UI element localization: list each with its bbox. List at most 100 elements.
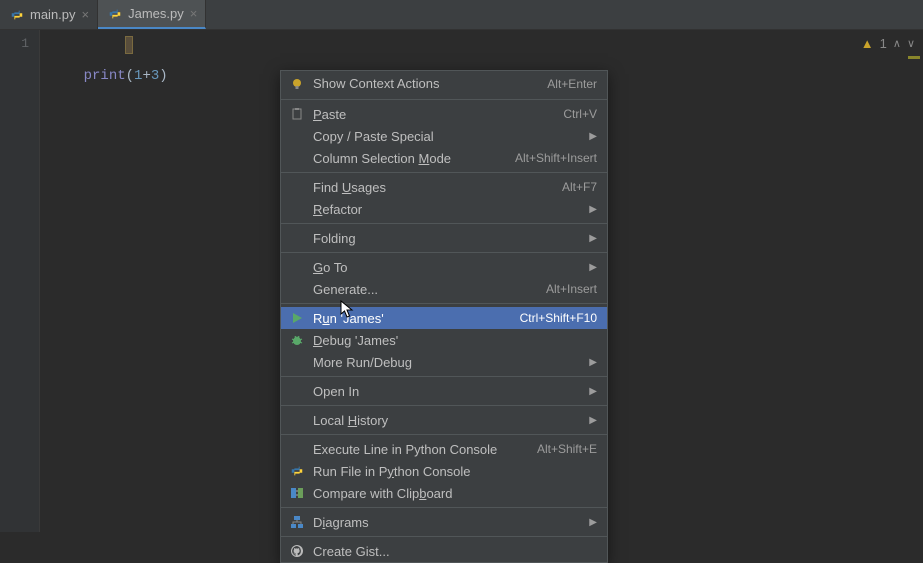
- menu-separator: [281, 223, 607, 224]
- line-number: 1: [0, 36, 29, 51]
- menu-item-label: More Run/Debug: [313, 355, 581, 370]
- blank-icon: [289, 281, 305, 297]
- menu-item[interactable]: Copy / Paste Special ▶: [281, 125, 607, 147]
- menu-item[interactable]: Diagrams ▶: [281, 511, 607, 533]
- close-icon[interactable]: ×: [82, 7, 90, 22]
- menu-item[interactable]: Refactor ▶: [281, 198, 607, 220]
- menu-item[interactable]: More Run/Debug ▶: [281, 351, 607, 373]
- bug-icon: [289, 332, 305, 348]
- run-icon: [289, 310, 305, 326]
- menu-item-label: Show Context Actions: [313, 76, 539, 91]
- menu-item-label: Paste: [313, 107, 555, 122]
- menu-item-label: Diagrams: [313, 515, 581, 530]
- context-menu: Show Context Actions Alt+Enter Paste Ctrl+V…: [280, 70, 608, 563]
- menu-separator: [281, 376, 607, 377]
- menu-item[interactable]: Compare with Clipboard: [281, 482, 607, 504]
- submenu-arrow-icon: ▶: [589, 386, 597, 397]
- submenu-arrow-icon: ▶: [589, 233, 597, 244]
- inspection-status: ▲ 1 ∧ ∨: [861, 36, 915, 51]
- menu-item-shortcut: Alt+Insert: [546, 282, 597, 296]
- blank-icon: [289, 201, 305, 217]
- blank-icon: [289, 354, 305, 370]
- menu-item-label: Find Usages: [313, 180, 554, 195]
- menu-item[interactable]: Run File in Python Console: [281, 460, 607, 482]
- menu-item-shortcut: Ctrl+Shift+F10: [520, 311, 597, 325]
- python-file-icon: [10, 8, 24, 22]
- menu-item-label: Create Gist...: [313, 544, 597, 559]
- tab-main-py[interactable]: main.py ×: [0, 0, 98, 29]
- menu-separator: [281, 252, 607, 253]
- blank-icon: [289, 412, 305, 428]
- tab-label: main.py: [30, 7, 76, 22]
- menu-item-label: Column Selection Mode: [313, 151, 507, 166]
- menu-item-shortcut: Alt+Shift+Insert: [515, 151, 597, 165]
- menu-item-shortcut: Ctrl+V: [563, 107, 597, 121]
- menu-item[interactable]: Folding ▶: [281, 227, 607, 249]
- menu-item[interactable]: Find Usages Alt+F7: [281, 176, 607, 198]
- menu-item-label: Copy / Paste Special: [313, 129, 581, 144]
- menu-separator: [281, 536, 607, 537]
- menu-item-label: Folding: [313, 231, 581, 246]
- code-line: print(1+3): [84, 68, 168, 84]
- menu-item-shortcut: Alt+F7: [562, 180, 597, 194]
- menu-item-label: Open In: [313, 384, 581, 399]
- menu-item-label: Refactor: [313, 202, 581, 217]
- line-gutter: 1: [0, 30, 40, 532]
- python-file-icon: [108, 7, 122, 21]
- menu-item[interactable]: Execute Line in Python ConsoleAlt+Shift+…: [281, 438, 607, 460]
- submenu-arrow-icon: ▶: [589, 517, 597, 528]
- chevron-down-icon[interactable]: ∨: [907, 37, 915, 50]
- chevron-up-icon[interactable]: ∧: [893, 37, 901, 50]
- tab-bar: main.py × James.py ×: [0, 0, 923, 30]
- menu-item-shortcut: Alt+Shift+E: [537, 442, 597, 456]
- paste-icon: [289, 106, 305, 122]
- submenu-arrow-icon: ▶: [589, 357, 597, 368]
- blank-icon: [289, 150, 305, 166]
- menu-item[interactable]: Show Context Actions Alt+Enter: [281, 71, 607, 96]
- submenu-arrow-icon: ▶: [589, 262, 597, 273]
- menu-separator: [281, 99, 607, 100]
- caret-highlight: [125, 36, 133, 54]
- menu-item-label: Local History: [313, 413, 581, 428]
- warning-icon[interactable]: ▲: [861, 36, 874, 51]
- menu-item-label: Run 'James': [313, 311, 512, 326]
- menu-item[interactable]: Paste Ctrl+V: [281, 103, 607, 125]
- error-stripe[interactable]: [908, 56, 920, 59]
- diff-icon: [289, 485, 305, 501]
- menu-item-label: Debug 'James': [313, 333, 597, 348]
- menu-separator: [281, 405, 607, 406]
- warning-count: 1: [880, 36, 887, 51]
- menu-separator: [281, 303, 607, 304]
- submenu-arrow-icon: ▶: [589, 415, 597, 426]
- menu-item[interactable]: Open In ▶: [281, 380, 607, 402]
- menu-item[interactable]: Create Gist...: [281, 540, 607, 562]
- menu-item-label: Run File in Python Console: [313, 464, 597, 479]
- menu-item[interactable]: Column Selection Mode Alt+Shift+Insert: [281, 147, 607, 169]
- menu-item-label: Go To: [313, 260, 581, 275]
- menu-separator: [281, 172, 607, 173]
- blank-icon: [289, 128, 305, 144]
- menu-separator: [281, 507, 607, 508]
- submenu-arrow-icon: ▶: [589, 131, 597, 142]
- blank-icon: [289, 441, 305, 457]
- menu-item[interactable]: Run 'James' Ctrl+Shift+F10: [281, 307, 607, 329]
- menu-item[interactable]: Go To ▶: [281, 256, 607, 278]
- submenu-arrow-icon: ▶: [589, 204, 597, 215]
- menu-item-label: Generate...: [313, 282, 538, 297]
- menu-item-shortcut: Alt+Enter: [547, 77, 597, 91]
- menu-item[interactable]: Generate... Alt+Insert: [281, 278, 607, 300]
- tab-label: James.py: [128, 6, 184, 21]
- bulb-icon: [289, 76, 305, 92]
- blank-icon: [289, 259, 305, 275]
- menu-item-label: Compare with Clipboard: [313, 486, 597, 501]
- py-icon: [289, 463, 305, 479]
- menu-item[interactable]: Debug 'James': [281, 329, 607, 351]
- menu-separator: [281, 434, 607, 435]
- tab-james-py[interactable]: James.py ×: [98, 0, 206, 29]
- menu-item[interactable]: Local History ▶: [281, 409, 607, 431]
- close-icon[interactable]: ×: [190, 6, 198, 21]
- blank-icon: [289, 179, 305, 195]
- uml-icon: [289, 514, 305, 530]
- blank-icon: [289, 383, 305, 399]
- github-icon: [289, 543, 305, 559]
